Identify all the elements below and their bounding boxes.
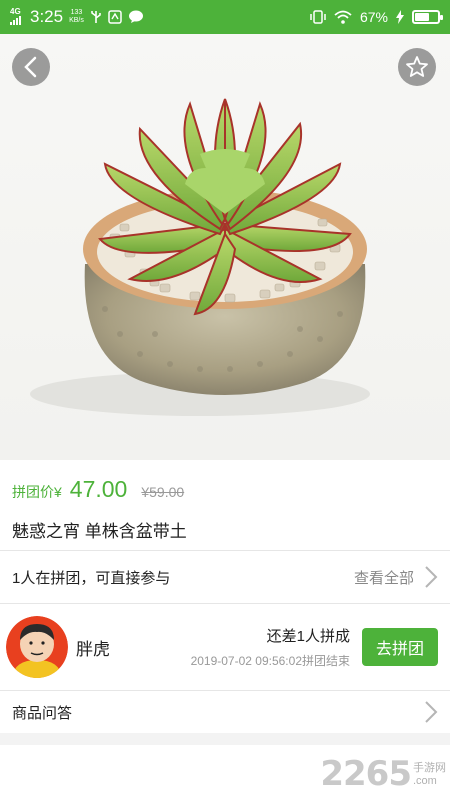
product-qa-row[interactable]: 商品问答 <box>0 691 450 733</box>
chevron-right-icon <box>425 701 438 723</box>
vibrate-icon <box>310 10 326 24</box>
original-price: ¥59.00 <box>141 484 185 500</box>
avatar-image <box>6 616 68 678</box>
avatar <box>6 616 68 678</box>
clock: 3:25 <box>30 7 64 26</box>
group-price: 47.00 <box>69 476 128 502</box>
charging-icon <box>396 10 404 24</box>
star-icon <box>406 56 428 77</box>
qa-label: 商品问答 <box>12 704 73 722</box>
chevron-right-icon <box>425 566 438 588</box>
watermark-side: 手游网 .com <box>413 762 446 788</box>
wifi-icon <box>334 10 352 24</box>
battery-icon <box>412 10 443 24</box>
section-gap <box>0 733 450 745</box>
view-all-label: 查看全部 <box>353 569 414 587</box>
succulent-photo <box>30 98 370 416</box>
net-speed-value: 133 <box>70 9 83 16</box>
price-row: 拼团价¥ 47.00 ¥59.00 <box>12 476 438 503</box>
net-speed: 133 KB/s <box>69 9 84 25</box>
group-member-row: 胖虎 还差1人拼成 2019-07-02 09:56:02拼团结束 去拼团 <box>0 604 450 690</box>
watermark-suffix: .com <box>413 775 437 787</box>
member-info: 还差1人拼成 2019-07-02 09:56:02拼团结束 <box>191 625 350 669</box>
footer: 2265 手游网 .com <box>0 745 450 800</box>
member-name: 胖虎 <box>76 639 110 659</box>
remaining-count: 还差1人拼成 <box>266 628 350 645</box>
status-bar: 4G 3:25 133 KB/s 67% <box>0 0 450 34</box>
battery-percent: 67% <box>359 9 388 25</box>
favorite-button[interactable] <box>398 48 436 86</box>
wechat-icon <box>128 10 143 23</box>
network-indicator: 4G <box>10 6 24 27</box>
product-title: 魅惑之宵 单株含盆带土 <box>12 522 187 541</box>
status-left: 4G 3:25 133 KB/s <box>10 7 144 27</box>
group-buy-row[interactable]: 1人在拼团，可直接参与 查看全部 <box>0 551 450 603</box>
product-image[interactable] <box>0 34 450 460</box>
app-notification-icon <box>108 10 122 24</box>
net-speed-unit: KB/s <box>69 17 84 24</box>
usb-icon <box>91 11 101 23</box>
network-label: 4G <box>10 6 21 16</box>
watermark-number: 2265 <box>320 754 412 794</box>
join-group-button[interactable]: 去拼团 <box>362 628 438 666</box>
back-button[interactable] <box>12 48 50 86</box>
signal-icon <box>10 15 21 25</box>
view-all-button[interactable]: 查看全部 <box>354 565 438 589</box>
price-section: 拼团价¥ 47.00 ¥59.00 魅惑之宵 单株含盆带土 <box>0 460 450 550</box>
watermark-logo: 2265 手游网 .com <box>320 754 446 794</box>
group-deadline: 2019-07-02 09:56:02拼团结束 <box>190 654 350 668</box>
watermark-site: 手游网 <box>413 762 446 774</box>
back-arrow-icon <box>24 56 37 78</box>
battery-level <box>415 13 430 21</box>
status-right: 67% <box>310 9 443 25</box>
group-price-label: 拼团价¥ <box>12 484 62 500</box>
group-status-text: 1人在拼团，可直接参与 <box>12 569 171 587</box>
